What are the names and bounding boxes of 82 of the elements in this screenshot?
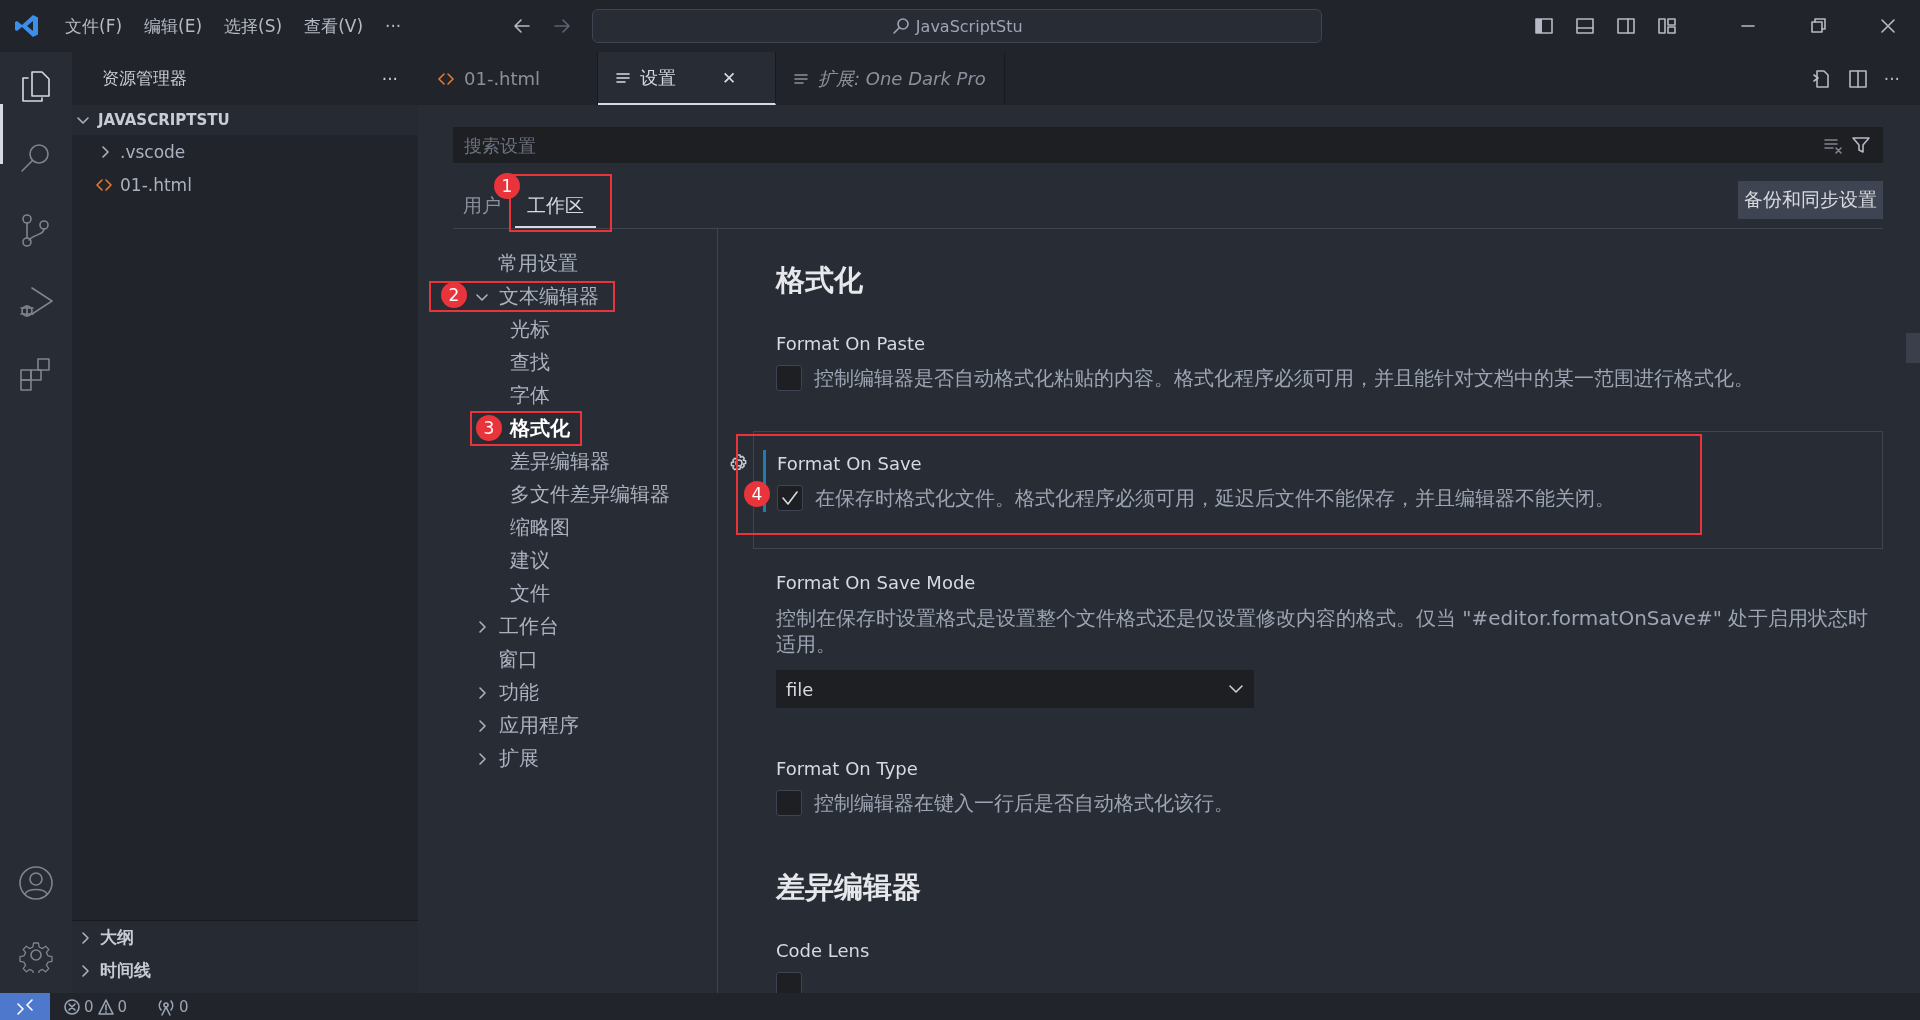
setting-description: 控制编辑器在键入一行后是否自动格式化该行。 <box>814 790 1234 816</box>
toc-item[interactable]: 建议 <box>510 547 550 574</box>
toc-item[interactable]: 应用程序 <box>475 712 579 739</box>
customize-layout-icon[interactable] <box>1657 16 1677 36</box>
section-heading: 差异编辑器 <box>776 869 922 906</box>
setting-description: 控制编辑器是否自动格式化粘贴的内容。格式化程序必须可用，并且能针对文档中的某一范围进行格式化。 <box>814 365 1754 391</box>
close-icon[interactable] <box>1878 16 1898 36</box>
checkbox[interactable] <box>777 485 803 511</box>
section-heading: 格式化 <box>776 262 864 299</box>
remote-button[interactable] <box>0 993 50 1020</box>
toc-item[interactable]: 多文件差异编辑器 <box>510 481 670 508</box>
remote-icon <box>16 997 34 1016</box>
panel-title: 资源管理器 <box>102 67 187 90</box>
toc-item[interactable]: 功能 <box>475 679 539 706</box>
editor-tab[interactable]: 扩展: One Dark Pro <box>776 52 1005 105</box>
panel-layout-icon[interactable] <box>1575 16 1595 36</box>
editor-tab[interactable]: 设置 ✕ <box>598 52 776 105</box>
checkbox[interactable] <box>776 790 802 816</box>
menu-item[interactable]: 查看(V) <box>293 10 375 42</box>
toc-item[interactable]: 文件 <box>510 580 550 607</box>
setting-title: Format On Paste <box>776 332 927 356</box>
html-file-icon <box>438 71 454 86</box>
toc-item[interactable]: 光标 <box>510 316 550 343</box>
menu-item[interactable]: 编辑(E) <box>133 10 214 42</box>
close-tab-button[interactable]: ✕ <box>722 67 737 88</box>
file-tree-item[interactable]: 01-.html <box>72 168 418 201</box>
section-header[interactable]: 大纲 <box>72 921 418 954</box>
check-icon <box>781 489 799 507</box>
command-center-field[interactable]: JavaScriptStu <box>592 9 1323 43</box>
forward-arrow-icon[interactable] <box>552 16 573 36</box>
open-file-icon[interactable] <box>1811 68 1832 89</box>
lines-icon <box>794 71 808 86</box>
toc-item[interactable]: 窗口 <box>498 646 538 673</box>
toc-item[interactable]: 格式化 <box>510 415 570 442</box>
split-editor-icon[interactable] <box>1847 68 1868 89</box>
backup-and-sync-button[interactable]: 备份和同步设置 <box>1738 180 1883 219</box>
broadcast-icon <box>157 997 176 1016</box>
number-badge: 1 <box>494 173 520 199</box>
error-icon <box>64 998 80 1015</box>
checkbox[interactable] <box>776 365 802 391</box>
toc-item[interactable]: 字体 <box>510 382 550 409</box>
secondary-sidebar-layout-icon[interactable] <box>1616 16 1636 36</box>
more-menu-button[interactable]: ··· <box>374 12 413 40</box>
more-actions-button[interactable]: ··· <box>381 68 398 89</box>
toc-item[interactable]: 扩展 <box>475 745 539 772</box>
app-logo-icon[interactable] <box>14 13 40 39</box>
toc-item[interactable]: 差异编辑器 <box>510 448 610 475</box>
menu-item[interactable]: 文件(F) <box>54 10 134 42</box>
number-badge: 4 <box>744 481 770 507</box>
lines-icon <box>616 70 630 85</box>
run-and-debug-icon[interactable] <box>18 284 54 320</box>
setting-description: 在保存时格式化文件。格式化程序必须可用，延迟后文件不能保存，并且编辑器不能关闭。 <box>815 485 1615 511</box>
warning-icon <box>97 998 114 1015</box>
primary-sidebar-layout-icon[interactable] <box>1534 16 1554 36</box>
setting-description: 控制在保存时设置格式是设置整个文件格式还是仅设置修改内容的格式。仅当 "#editor.formatOnSave#" 处于启用状态时适用。 <box>776 605 1870 657</box>
folder-header[interactable]: JAVASCRIPTSTU <box>72 105 418 135</box>
section-header[interactable]: 时间线 <box>72 954 418 987</box>
setting-title: Format On Save <box>777 452 923 476</box>
ports-button[interactable]: 0 <box>157 997 189 1016</box>
setting-title: Format On Save Mode <box>776 571 977 595</box>
restore-icon[interactable] <box>1808 16 1828 36</box>
toc-item[interactable]: 文本编辑器 <box>475 283 599 310</box>
filter-icon[interactable] <box>1851 135 1871 155</box>
toc-item[interactable]: 常用设置 <box>498 250 578 277</box>
file-tree-item[interactable]: .vscode <box>72 135 418 168</box>
select-dropdown[interactable]: file <box>776 670 1254 708</box>
checkbox[interactable] <box>776 972 802 993</box>
setting-title: Code Lens <box>776 939 871 963</box>
back-arrow-icon[interactable] <box>512 16 533 36</box>
search-icon <box>891 17 910 35</box>
account-icon[interactable] <box>18 865 54 901</box>
toc-item[interactable]: 查找 <box>510 349 550 376</box>
toc-item[interactable]: 缩略图 <box>510 514 570 541</box>
gear-icon[interactable] <box>730 454 748 472</box>
setting-title: Format On Type <box>776 757 919 781</box>
problems-button[interactable]: 0 0 <box>64 997 128 1016</box>
number-badge: 2 <box>441 282 467 308</box>
more-actions-button[interactable]: ··· <box>1883 68 1900 89</box>
html-file-icon <box>96 177 112 192</box>
toc-item[interactable]: 工作台 <box>475 613 559 640</box>
number-badge: 3 <box>476 415 502 441</box>
menu-item[interactable]: 选择(S) <box>213 10 294 42</box>
